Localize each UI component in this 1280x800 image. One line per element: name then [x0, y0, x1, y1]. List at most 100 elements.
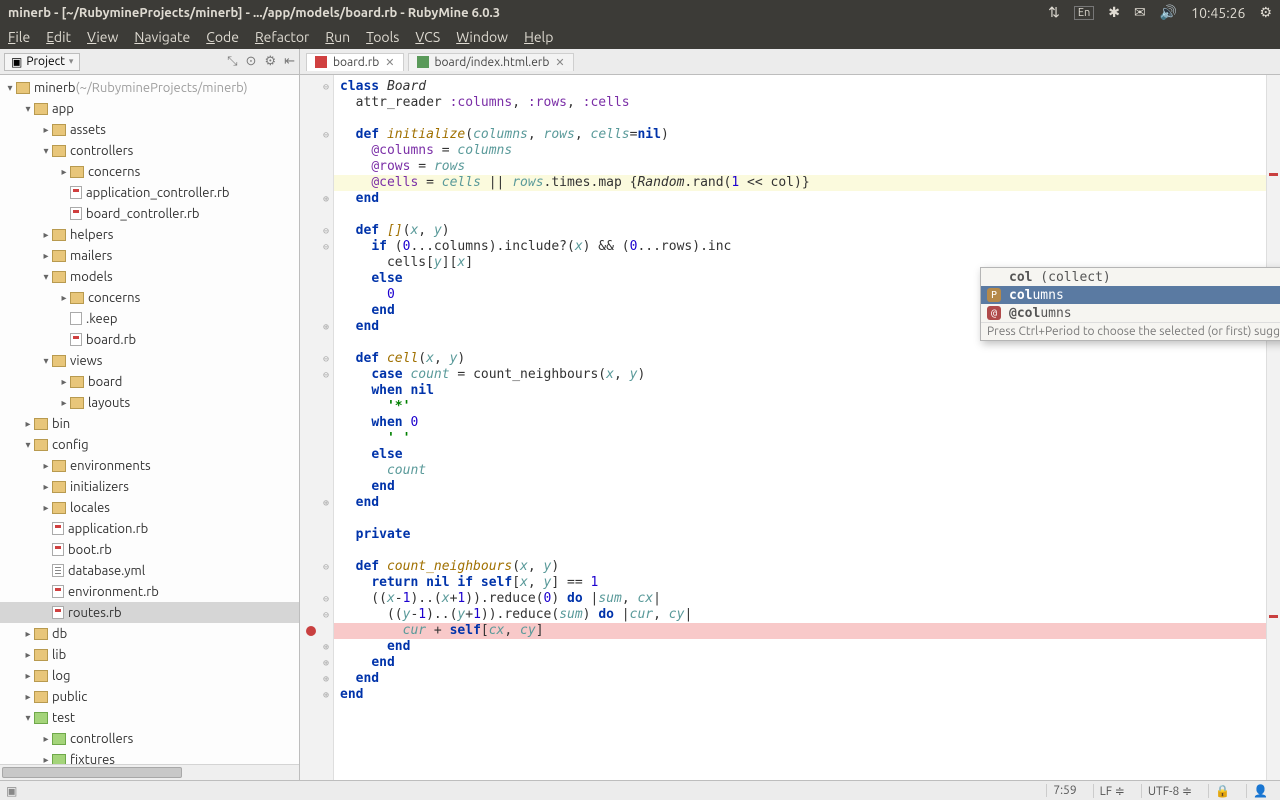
tree-item[interactable]: ▾app: [0, 98, 299, 119]
menu-navigate[interactable]: Navigate: [134, 29, 190, 45]
tree-twisty[interactable]: ▾: [40, 145, 52, 157]
tree-twisty[interactable]: ▸: [40, 229, 52, 241]
tree-twisty[interactable]: ▸: [22, 649, 34, 661]
tree-twisty[interactable]: ▸: [40, 124, 52, 136]
gear-icon[interactable]: ⚙: [1259, 4, 1272, 21]
completion-item[interactable]: Pcolumnsparameter: [981, 286, 1280, 304]
code-line[interactable]: ' ': [334, 431, 1266, 447]
tree-item[interactable]: routes.rb: [0, 602, 299, 623]
code-line[interactable]: attr_reader :columns, :rows, :cells: [334, 95, 1266, 111]
tree-item[interactable]: ▸assets: [0, 119, 299, 140]
editor-tab[interactable]: board/index.html.erb✕: [408, 53, 574, 71]
close-icon[interactable]: ✕: [555, 56, 564, 69]
tree-item[interactable]: ▸layouts: [0, 392, 299, 413]
tree-item[interactable]: ▸lib: [0, 644, 299, 665]
hide-icon[interactable]: ⇤: [284, 54, 295, 69]
mail-icon[interactable]: ✉: [1134, 4, 1146, 21]
code-line[interactable]: @rows = rows: [334, 159, 1266, 175]
lock-icon[interactable]: 🔒: [1208, 784, 1236, 798]
code-line[interactable]: end: [334, 191, 1266, 207]
code-line[interactable]: case count = count_neighbours(x, y): [334, 367, 1266, 383]
menu-run[interactable]: Run: [325, 29, 350, 45]
code-line[interactable]: when nil: [334, 383, 1266, 399]
project-view-selector[interactable]: ▣ Project ▾: [4, 53, 80, 71]
tree-twisty[interactable]: ▸: [40, 733, 52, 745]
fold-toggle[interactable]: ⊖: [323, 610, 329, 621]
menu-tools[interactable]: Tools: [366, 29, 399, 45]
breakpoint-icon[interactable]: [306, 626, 316, 636]
code-line[interactable]: ((y-1)..(y+1)).reduce(sum) do |cur, cy|: [334, 607, 1266, 623]
editor-gutter[interactable]: ⊖⊖⊕⊖⊖⊕⊖⊖⊕⊖⊖⊖⊕⊕⊕⊕: [300, 75, 334, 780]
code-line[interactable]: [334, 543, 1266, 559]
tree-item[interactable]: environment.rb: [0, 581, 299, 602]
close-icon[interactable]: ✕: [385, 56, 394, 69]
fold-toggle[interactable]: ⊖: [323, 226, 329, 237]
tree-twisty[interactable]: ▸: [22, 691, 34, 703]
code-line[interactable]: if (0...columns).include?(x) && (0...row…: [334, 239, 1266, 255]
tree-item[interactable]: .keep: [0, 308, 299, 329]
code-line[interactable]: return nil if self[x, y] == 1: [334, 575, 1266, 591]
menu-code[interactable]: Code: [206, 29, 239, 45]
tree-twisty[interactable]: [40, 523, 52, 534]
editor-content[interactable]: class Board attr_reader :columns, :rows,…: [334, 75, 1266, 780]
tree-item[interactable]: ▸board: [0, 371, 299, 392]
code-line[interactable]: end: [334, 687, 1266, 703]
tree-item[interactable]: ▸db: [0, 623, 299, 644]
fold-toggle[interactable]: ⊕: [323, 322, 329, 333]
code-completion-popup[interactable]: col (collect)[Tab]Pcolumnsparameter@@col…: [980, 267, 1280, 341]
tree-item[interactable]: application.rb: [0, 518, 299, 539]
fold-toggle[interactable]: ⊖: [323, 594, 329, 605]
code-line[interactable]: @columns = columns: [334, 143, 1266, 159]
tree-twisty[interactable]: ▾: [4, 82, 16, 94]
tree-twisty[interactable]: ▸: [40, 250, 52, 262]
line-separator[interactable]: LF ≑: [1093, 784, 1131, 798]
fold-toggle[interactable]: ⊕: [323, 498, 329, 509]
tree-item[interactable]: ▸helpers: [0, 224, 299, 245]
tree-twisty[interactable]: ▸: [40, 460, 52, 472]
code-line[interactable]: def count_neighbours(x, y): [334, 559, 1266, 575]
tree-item[interactable]: boot.rb: [0, 539, 299, 560]
tree-twisty[interactable]: [58, 334, 70, 345]
tree-twisty[interactable]: [40, 586, 52, 597]
tree-item[interactable]: ▸mailers: [0, 245, 299, 266]
code-line[interactable]: else: [334, 447, 1266, 463]
tree-item[interactable]: ▾views: [0, 350, 299, 371]
code-line[interactable]: [334, 207, 1266, 223]
tree-item[interactable]: ▾models: [0, 266, 299, 287]
completion-item[interactable]: @@columnsinstance variable: [981, 304, 1280, 322]
fold-toggle[interactable]: ⊖: [323, 242, 329, 253]
tree-twisty[interactable]: ▾: [40, 271, 52, 283]
tree-twisty[interactable]: [58, 187, 70, 198]
tree-item[interactable]: ▸concerns: [0, 161, 299, 182]
code-line[interactable]: cur + self[cx, cy]: [334, 623, 1266, 639]
fold-toggle[interactable]: ⊖: [323, 82, 329, 93]
status-icon[interactable]: ▣: [6, 784, 17, 798]
tree-item[interactable]: board.rb: [0, 329, 299, 350]
tree-item[interactable]: ▸log: [0, 665, 299, 686]
menu-refactor[interactable]: Refactor: [255, 29, 309, 45]
bluetooth-icon[interactable]: ✱: [1108, 4, 1120, 21]
code-line[interactable]: end: [334, 671, 1266, 687]
menu-view[interactable]: View: [87, 29, 118, 45]
code-line[interactable]: [334, 511, 1266, 527]
menu-file[interactable]: File: [8, 29, 30, 45]
fold-toggle[interactable]: ⊕: [323, 674, 329, 685]
code-line[interactable]: end: [334, 495, 1266, 511]
code-line[interactable]: end: [334, 479, 1266, 495]
tree-twisty[interactable]: ▾: [22, 712, 34, 724]
tree-item[interactable]: ▸environments: [0, 455, 299, 476]
code-line[interactable]: when 0: [334, 415, 1266, 431]
clock[interactable]: 10:45:26: [1191, 5, 1245, 21]
tree-twisty[interactable]: ▾: [40, 355, 52, 367]
tree-item[interactable]: database.yml: [0, 560, 299, 581]
project-tree[interactable]: ▾minerb (~/RubymineProjects/minerb)▾app▸…: [0, 75, 300, 780]
file-encoding[interactable]: UTF-8 ≑: [1141, 784, 1198, 798]
fold-toggle[interactable]: ⊖: [323, 130, 329, 141]
tree-item[interactable]: ▸bin: [0, 413, 299, 434]
tree-twisty[interactable]: ▸: [40, 481, 52, 493]
fold-toggle[interactable]: ⊕: [323, 194, 329, 205]
fold-toggle[interactable]: ⊖: [323, 370, 329, 381]
tree-item[interactable]: ▾minerb (~/RubymineProjects/minerb): [0, 77, 299, 98]
fold-toggle[interactable]: ⊕: [323, 642, 329, 653]
collapse-icon[interactable]: ⤡: [227, 54, 237, 69]
